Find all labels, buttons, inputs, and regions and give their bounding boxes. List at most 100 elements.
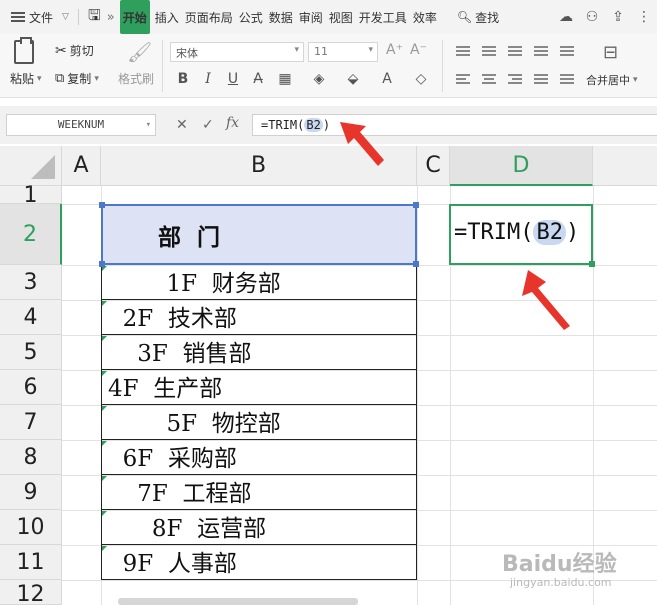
column-header-a[interactable]: A <box>62 146 101 186</box>
text-color-icon[interactable]: A <box>378 70 396 88</box>
formula-prefix: =TRIM( <box>261 118 305 132</box>
eraser-icon[interactable]: ◇ <box>412 70 430 88</box>
resize-handle[interactable] <box>99 261 105 267</box>
row-header-11[interactable]: 11 <box>0 545 62 580</box>
format-painter-label[interactable]: 格式刷 <box>118 70 154 87</box>
main-menu-button[interactable]: 文件 ▽ <box>0 0 72 34</box>
row-header-4[interactable]: 4 <box>0 300 62 335</box>
justify-icon[interactable] <box>534 72 548 86</box>
cell-b2-text: 部 门 <box>158 224 221 251</box>
font-size-select[interactable]: 11 ▾ <box>308 42 378 62</box>
formula-input[interactable]: =TRIM(B2) <box>252 114 657 136</box>
save-icon[interactable]: 🖫 <box>85 0 104 34</box>
cut-button[interactable]: ✂ 剪切 <box>55 42 94 59</box>
name-box[interactable]: WEEKNUM ▾ <box>6 114 156 136</box>
search-button[interactable]: 🔍︎ 查找 <box>454 0 502 34</box>
orientation-icon[interactable] <box>560 44 574 58</box>
error-indicator <box>102 301 107 306</box>
formula-suffix: ) <box>322 118 331 132</box>
gridline <box>593 186 594 605</box>
resize-handle[interactable] <box>413 202 419 208</box>
copy-button[interactable]: ⧉ 复制 ▾ <box>55 70 99 87</box>
decrease-font-icon[interactable]: A⁻ <box>410 42 427 58</box>
merge-center-icon[interactable]: ⊟ <box>603 42 618 63</box>
share-user-icon[interactable]: ⚇ <box>579 9 605 25</box>
underline-icon[interactable]: U <box>224 70 242 88</box>
cell-b2-reference[interactable] <box>99 202 419 267</box>
row-header-10[interactable]: 10 <box>0 510 62 545</box>
search-label: 查找 <box>475 10 500 25</box>
strikethrough-icon[interactable]: A̶ <box>249 70 267 88</box>
cloud-sync-icon[interactable]: ☁ <box>553 9 579 25</box>
align-left-icon[interactable] <box>456 72 470 86</box>
paste-icon[interactable] <box>14 37 34 64</box>
ribbon-toolbar: 粘贴 ▾ ✂ 剪切 ⧉ 复制 ▾ 🖌 格式刷 宋体 ▾ 11 ▾ A⁺ A⁻ B… <box>0 34 657 98</box>
tab-developer[interactable]: 开发工具 <box>356 0 410 34</box>
annotation-arrow <box>522 270 570 330</box>
font-color-icon[interactable]: ⬙ <box>344 70 362 88</box>
row-header-3[interactable]: 3 <box>0 265 62 300</box>
align-middle-icon[interactable] <box>482 44 496 58</box>
row-header-9[interactable]: 9 <box>0 475 62 510</box>
cell-b3-text: 1F 财务部 <box>108 271 281 297</box>
merge-center-button[interactable]: 合并居中 ▾ <box>586 72 638 88</box>
row-header-8[interactable]: 8 <box>0 440 62 475</box>
align-top-icon[interactable] <box>456 44 470 58</box>
resize-handle[interactable] <box>413 261 419 267</box>
border-icon[interactable]: ▦ <box>276 70 294 88</box>
gridline <box>417 186 418 605</box>
wrap-text-icon[interactable] <box>534 44 548 58</box>
tab-efficiency[interactable]: 效率 <box>410 0 440 34</box>
more-icon[interactable]: ⋮ <box>631 9 657 25</box>
spreadsheet-grid[interactable]: A B C D 1 2 3 4 5 6 7 8 9 10 11 12 部 门 1… <box>0 146 657 605</box>
align-bottom-icon[interactable] <box>508 44 522 58</box>
distributed-icon[interactable] <box>560 72 574 86</box>
increase-font-icon[interactable]: A⁺ <box>386 42 403 58</box>
cell-b4-text: 2F 技术部 <box>108 306 237 332</box>
fill-color-icon[interactable]: ◈ <box>310 70 328 88</box>
column-header-c[interactable]: C <box>417 146 450 186</box>
cell-d2-suffix: ) <box>565 220 580 245</box>
cancel-icon[interactable]: ✕ <box>176 117 188 133</box>
column-header-b[interactable]: B <box>101 146 417 186</box>
tab-insert[interactable]: 插入 <box>152 0 182 34</box>
align-right-icon[interactable] <box>508 72 522 86</box>
more-chevron-icon[interactable]: » <box>104 0 118 34</box>
select-all-corner[interactable] <box>0 146 62 186</box>
tab-view[interactable]: 视图 <box>326 0 356 34</box>
row-header-1[interactable]: 1 <box>0 185 62 207</box>
format-painter-icon[interactable]: 🖌 <box>127 40 152 64</box>
resize-handle[interactable] <box>99 202 105 208</box>
column-header-d[interactable]: D <box>450 146 593 186</box>
italic-icon[interactable]: I <box>199 70 217 88</box>
bold-icon[interactable]: B <box>174 70 192 88</box>
confirm-icon[interactable]: ✓ <box>202 117 214 133</box>
tab-review[interactable]: 审阅 <box>296 0 326 34</box>
paste-label: 粘贴 <box>10 72 35 86</box>
row-header-12[interactable]: 12 <box>0 580 62 605</box>
row-header-7[interactable]: 7 <box>0 405 62 440</box>
row-header-6[interactable]: 6 <box>0 370 62 405</box>
cell-d2-reference: B2 <box>533 220 566 245</box>
share-icon[interactable]: ⇪ <box>605 9 631 25</box>
tab-start[interactable]: 开始 <box>119 0 150 34</box>
file-menu-label: 文件 <box>29 10 54 25</box>
column-header-e[interactable] <box>593 146 657 186</box>
font-name-value: 宋体 <box>176 47 198 60</box>
row-header-5[interactable]: 5 <box>0 335 62 370</box>
align-center-icon[interactable] <box>482 72 496 86</box>
horizontal-scrollbar[interactable] <box>118 598 358 605</box>
font-name-select[interactable]: 宋体 ▾ <box>170 42 304 62</box>
tab-formulas[interactable]: 公式 <box>236 0 266 34</box>
tab-page-layout[interactable]: 页面布局 <box>182 0 236 34</box>
cell-d2-formula: =TRIM(B2) <box>454 220 579 245</box>
insert-function-icon[interactable]: fx <box>226 115 239 131</box>
paste-button[interactable]: 粘贴 ▾ <box>10 70 42 87</box>
error-indicator <box>102 476 107 481</box>
fill-handle[interactable] <box>589 261 595 267</box>
error-indicator <box>102 546 107 551</box>
hamburger-icon <box>11 10 25 24</box>
row-header-2[interactable]: 2 <box>0 204 62 265</box>
chevron-down-icon: ▾ <box>368 45 373 55</box>
tab-data[interactable]: 数据 <box>266 0 296 34</box>
